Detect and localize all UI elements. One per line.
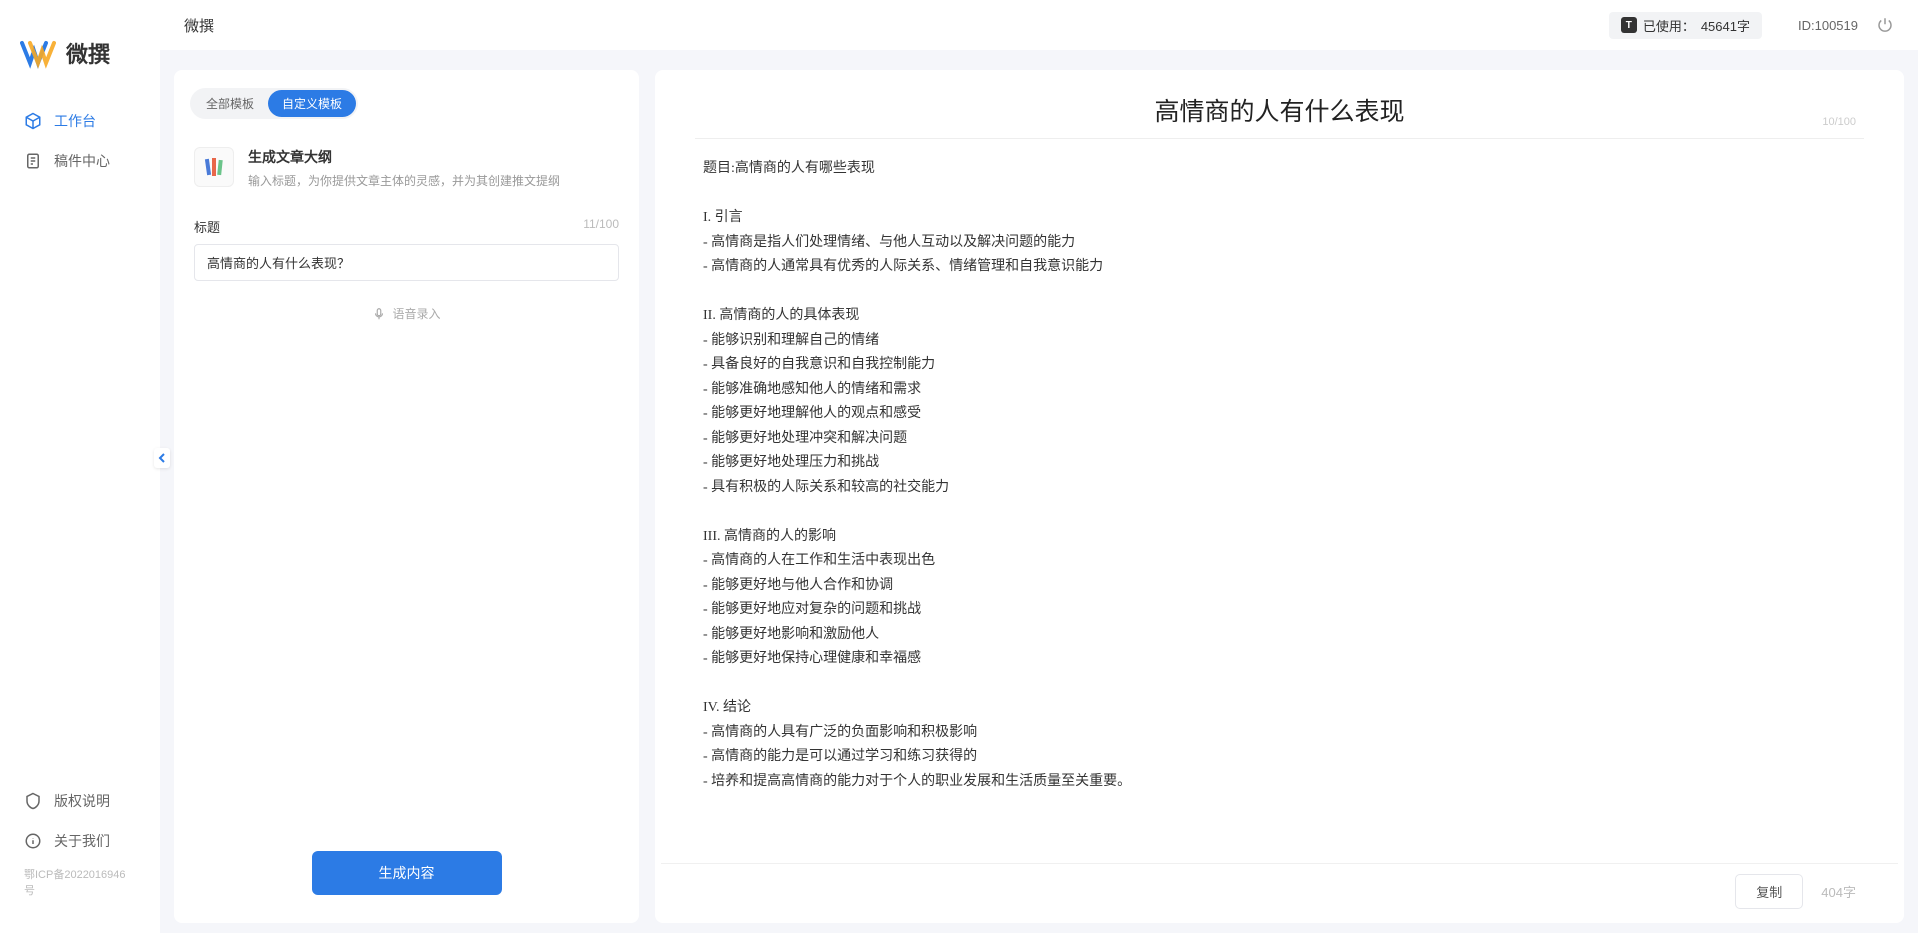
doc-title[interactable]: 高情商的人有什么表现 (703, 92, 1856, 128)
topbar: 微撰 T 已使用： 45641字 ID:100519 (160, 0, 1918, 50)
footer-label: 版权说明 (54, 791, 110, 811)
sidebar-item-workbench[interactable]: 工作台 (0, 101, 160, 141)
template-name: 生成文章大纲 (248, 147, 560, 167)
sidebar-item-about[interactable]: 关于我们 (0, 821, 160, 861)
cube-icon (24, 112, 42, 130)
nav-label: 稿件中心 (54, 151, 110, 171)
tab-custom-templates[interactable]: 自定义模板 (268, 90, 356, 117)
voice-input-button[interactable]: 语音录入 (186, 291, 627, 336)
word-count: 404字 (1821, 882, 1856, 901)
sidebar-item-copyright[interactable]: 版权说明 (0, 781, 160, 821)
sidebar: 微撰 工作台 稿件中心 版权说明 关于我们 鄂ICP备202201 (0, 0, 160, 933)
copy-button[interactable]: 复制 (1735, 874, 1803, 909)
mic-icon (372, 307, 386, 321)
nav: 工作台 稿件中心 (0, 101, 160, 781)
sidebar-item-drafts[interactable]: 稿件中心 (0, 141, 160, 181)
footer-label: 关于我们 (54, 831, 110, 851)
logo-text: 微撰 (66, 37, 110, 69)
main: 微撰 T 已使用： 45641字 ID:100519 全部模板 自定义模板 (160, 0, 1918, 933)
doc-title-counter: 10/100 (1822, 116, 1856, 128)
voice-label: 语音录入 (392, 305, 440, 322)
chevron-left-icon (158, 453, 166, 463)
field-counter: 11/100 (583, 217, 619, 236)
doc-header: 高情商的人有什么表现 10/100 (655, 70, 1904, 138)
page-title: 微撰 (184, 15, 1609, 36)
power-icon[interactable] (1876, 16, 1894, 34)
template-tabs: 全部模板 自定义模板 (190, 88, 358, 119)
template-desc: 输入标题，为你提供文章主体的灵感，并为其创建推文提纲 (248, 172, 560, 189)
usage-badge[interactable]: T 已使用： 45641字 (1609, 12, 1762, 39)
logo-icon (20, 35, 56, 71)
shield-icon (24, 792, 42, 810)
info-icon (24, 832, 42, 850)
user-id: ID:100519 (1798, 18, 1858, 33)
generate-button[interactable]: 生成内容 (312, 851, 502, 895)
doc-footer: 复制 404字 (661, 863, 1898, 909)
usage-label: 已使用： (1643, 16, 1695, 35)
text-icon: T (1621, 17, 1637, 33)
title-field: 标题 11/100 (186, 207, 627, 291)
usage-value: 45641字 (1701, 16, 1750, 35)
collapse-button[interactable] (154, 448, 170, 468)
books-icon (194, 147, 234, 187)
nav-label: 工作台 (54, 111, 96, 131)
right-panel: 高情商的人有什么表现 10/100 题目:高情商的人有哪些表现 I. 引言 - … (655, 70, 1904, 923)
tab-all-templates[interactable]: 全部模板 (192, 90, 268, 117)
title-input[interactable] (194, 244, 619, 281)
document-icon (24, 152, 42, 170)
doc-body[interactable]: 题目:高情商的人有哪些表现 I. 引言 - 高情商是指人们处理情绪、与他人互动以… (655, 139, 1904, 863)
template-card[interactable]: 生成文章大纲 输入标题，为你提供文章主体的灵感，并为其创建推文提纲 (186, 137, 627, 207)
logo[interactable]: 微撰 (0, 20, 160, 101)
icp-text: 鄂ICP备2022016946号 (0, 861, 160, 903)
left-panel: 全部模板 自定义模板 生成文章大纲 输入标题，为你提供文章主体的灵感，并为其创建… (174, 70, 639, 923)
sidebar-footer: 版权说明 关于我们 鄂ICP备2022016946号 (0, 781, 160, 913)
field-label: 标题 (194, 217, 220, 236)
